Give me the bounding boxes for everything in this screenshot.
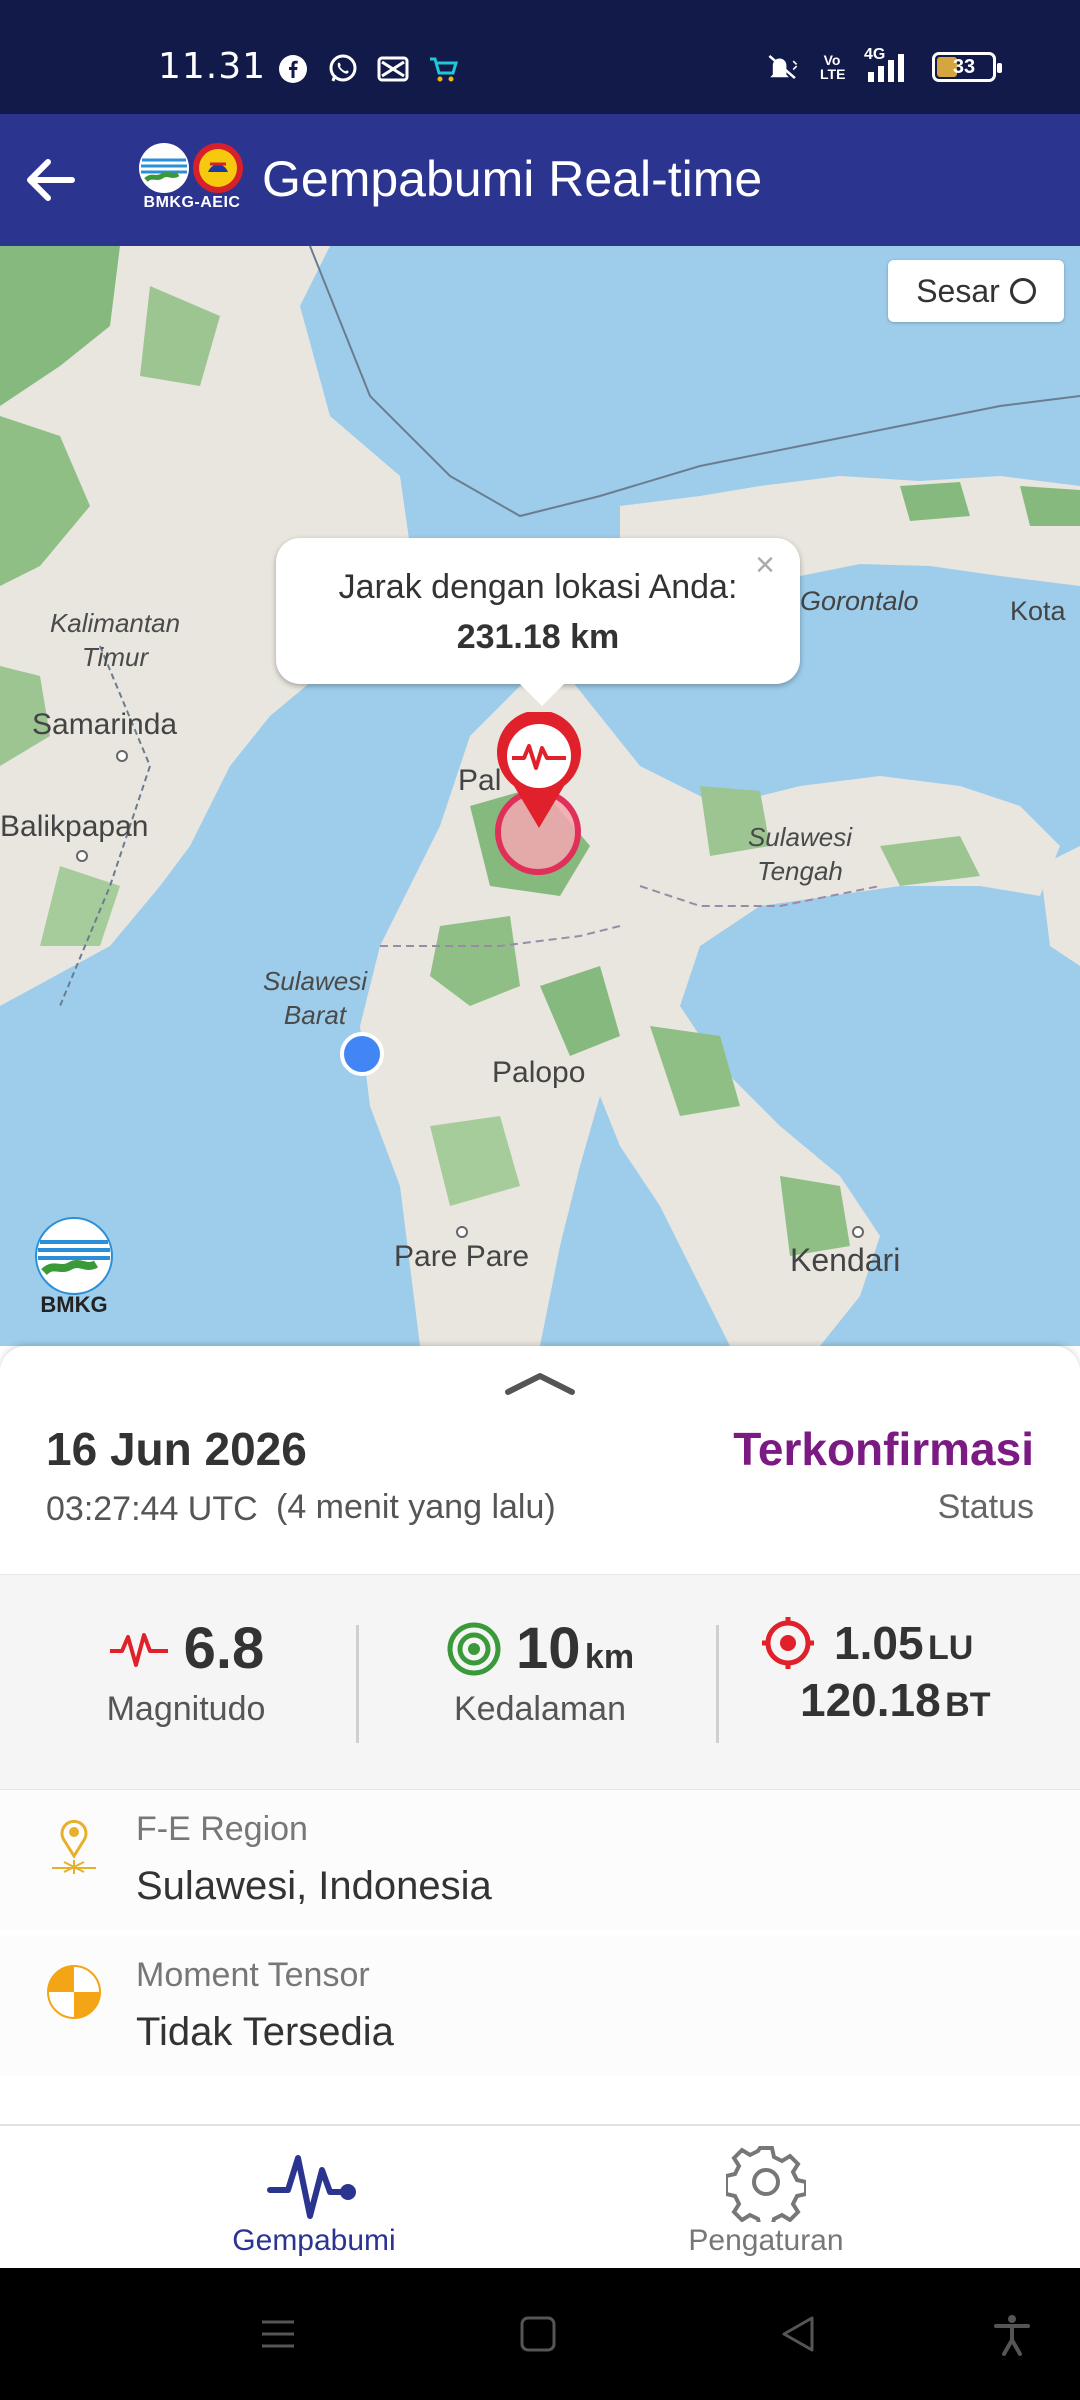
divider: [356, 1625, 359, 1743]
depth-value: 10: [515, 1616, 581, 1681]
map-label-kota: Kota: [1010, 596, 1066, 626]
event-stats: 6.8 Magnitudo 10 km Kedalaman 1.05 LU 12…: [0, 1574, 1080, 1790]
location-pin-icon: [52, 1819, 96, 1874]
mute-vibrate-icon: [766, 50, 800, 84]
event-time-ago: (4 menit yang lalu): [276, 1488, 556, 1526]
home-square-icon[interactable]: [516, 2312, 560, 2356]
moment-tensor-value: Tidak Tersedia: [136, 2010, 394, 2054]
event-time-utc: 03:27:44 UTC: [46, 1490, 258, 1528]
back-button[interactable]: [18, 148, 82, 212]
depth-target-icon: [447, 1622, 501, 1675]
map-label-samarinda: Samarinda: [32, 708, 178, 741]
beachball-icon: [47, 1965, 101, 2019]
earthquake-map[interactable]: Kalimantan Timur Samarinda Balikpapan Su…: [0, 246, 1080, 1346]
magnitude-label: Magnitudo: [106, 1690, 266, 1728]
moment-tensor-row: Moment Tensor Tidak Tersedia: [0, 1936, 1080, 2076]
map-label-gorontalo: Gorontalo: [800, 586, 919, 616]
arrow-back-icon: [27, 159, 75, 201]
app-bar: BMKG-AEIC Gempabumi Real-time: [0, 114, 1080, 246]
nav-label-pengaturan: Pengaturan: [688, 2224, 844, 2257]
status-badge: Terkonfirmasi: [733, 1423, 1034, 1475]
capcut-icon: [376, 52, 410, 86]
earthquake-marker-icon[interactable]: [492, 712, 586, 830]
seismograph-icon: [109, 1632, 168, 1667]
battery-icon: 33: [932, 52, 1002, 82]
longitude-unit: BT: [945, 1686, 991, 1724]
nav-item-gempabumi[interactable]: Gempabumi: [164, 2134, 464, 2258]
crosshair-icon: [762, 1617, 814, 1669]
page-title: Gempabumi Real-time: [262, 151, 763, 207]
depth-unit: km: [584, 1638, 635, 1676]
chevron-up-icon[interactable]: [504, 1368, 576, 1398]
fe-region-value: Sulawesi, Indonesia: [136, 1864, 492, 1908]
map-label-sulawesi-tengah: Sulawesi Tengah: [747, 822, 853, 886]
magnitude-value: 6.8: [183, 1616, 265, 1681]
fe-region-label: F-E Region: [136, 1810, 308, 1848]
map-label-balikpapan: Balikpapan: [0, 810, 149, 843]
distance-label: Jarak dengan lokasi Anda:: [338, 568, 738, 606]
back-triangle-icon[interactable]: [776, 2312, 820, 2356]
system-navigation-bar: [0, 2268, 1080, 2400]
map-label-pare-pare: Pare Pare: [394, 1240, 530, 1273]
shop-cart-icon: [426, 52, 460, 86]
accessibility-icon[interactable]: [990, 2312, 1034, 2356]
latitude-value: 1.05: [834, 1617, 924, 1669]
divider: [716, 1625, 719, 1743]
seismograph-icon: [267, 2155, 356, 2219]
map-label-sulawesi-barat: Sulawesi Barat: [262, 966, 368, 1030]
distance-popup: × Jarak dengan lokasi Anda: 231.18 km: [276, 538, 800, 706]
moment-tensor-label: Moment Tensor: [136, 1956, 370, 1994]
fe-region-row: F-E Region Sulawesi, Indonesia: [0, 1790, 1080, 1930]
event-date: 16 Jun 2026: [46, 1423, 307, 1475]
nav-label-gempabumi: Gempabumi: [232, 2224, 396, 2257]
facebook-icon: [276, 52, 310, 86]
status-bar: 11.31 Vo LTE 4G 33: [0, 0, 1080, 114]
location-stat: 1.05 LU 120.18 BT: [760, 1615, 1060, 1727]
bottom-navigation: Gempabumi Pengaturan: [0, 2124, 1080, 2268]
menu-icon[interactable]: [256, 2312, 300, 2356]
magnitude-stat: 6.8 Magnitudo: [36, 1615, 336, 1729]
signal-4g-icon: 4G: [864, 46, 914, 84]
status-label: Status: [937, 1488, 1034, 1526]
map-label-kalimantan-timur: Kalimantan Timur: [49, 608, 181, 672]
system-status-icons: Vo LTE 4G 33: [766, 46, 1002, 84]
volte-icon: Vo LTE: [820, 52, 846, 82]
sesar-toggle-button[interactable]: Sesar: [888, 260, 1064, 322]
bmkg-aeic-logo: BMKG-AEIC: [136, 142, 248, 222]
bmkg-logo: BMKG: [26, 1216, 122, 1317]
depth-stat: 10 km Kedalaman: [390, 1615, 690, 1729]
status-time: 11.31: [158, 46, 267, 87]
nav-item-pengaturan[interactable]: Pengaturan: [616, 2134, 916, 2258]
distance-value: 231.18 km: [456, 618, 620, 656]
map-label-palopo: Palopo: [492, 1056, 586, 1089]
gear-icon: [726, 2146, 806, 2222]
latitude-unit: LU: [927, 1629, 974, 1667]
radio-circle-icon: [1009, 278, 1036, 304]
notification-icons: [276, 52, 460, 86]
event-details-sheet: 16 Jun 2026 03:27:44 UTC (4 menit yang l…: [0, 1346, 1080, 2124]
longitude-value: 120.18: [800, 1674, 941, 1726]
depth-label: Kedalaman: [453, 1690, 626, 1728]
whatsapp-icon: [326, 52, 360, 86]
map-label-kendari: Kendari: [790, 1242, 901, 1278]
